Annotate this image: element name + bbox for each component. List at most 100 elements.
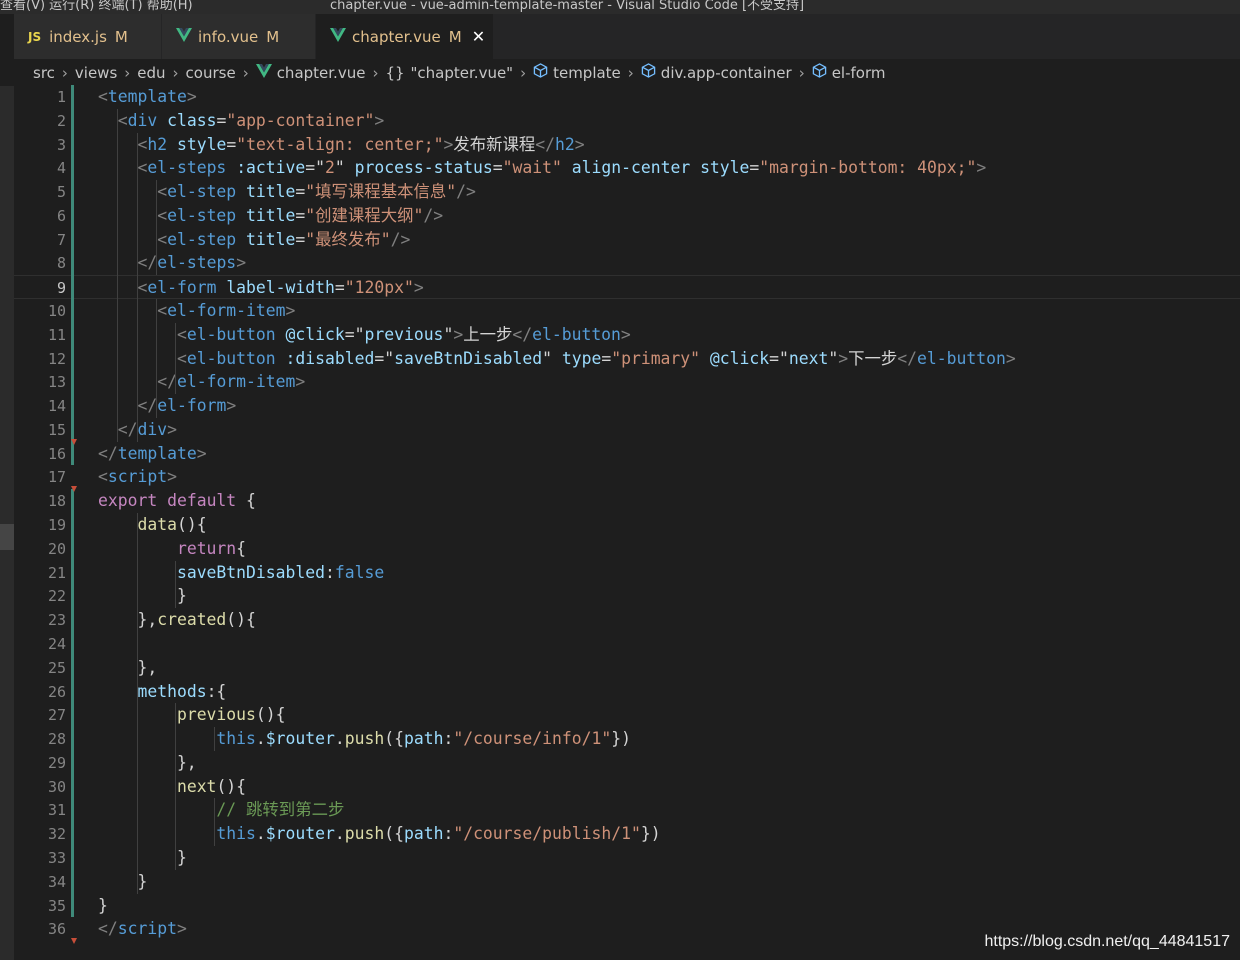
code-token: saveBtnDisabled (394, 348, 543, 368)
code-line[interactable]: 6 <el-step title="创建课程大纲"/> (14, 204, 1240, 228)
code-line[interactable]: 1 <template> (14, 85, 1240, 109)
code-line[interactable]: 23 },created(){ (14, 608, 1240, 632)
code-line[interactable]: 12 <el-button :disabled="saveBtnDisabled… (14, 347, 1240, 371)
code-line[interactable]: 14 </el-form> (14, 394, 1240, 418)
code-token: > (236, 253, 247, 273)
code-line[interactable]: 35} (14, 894, 1240, 918)
code-line[interactable]: 16 </template> (14, 442, 1240, 466)
code-line[interactable]: 18 export default { (14, 489, 1240, 513)
code-line[interactable]: 28 this.$router.push({path:"/course/info… (14, 727, 1240, 751)
code-text: saveBtnDisabled:false (98, 561, 384, 585)
indent-guide (136, 132, 138, 442)
code-token: push (344, 729, 385, 749)
git-deleted-marker[interactable] (71, 486, 77, 493)
close-icon[interactable]: ✕ (472, 27, 485, 46)
code-token: . (255, 729, 266, 749)
code-line[interactable]: 22 } (14, 584, 1240, 608)
code-token: < (137, 158, 148, 178)
code-line[interactable]: 26 methods:{ (14, 680, 1240, 704)
code-token: > (176, 919, 187, 939)
code-token: . (255, 824, 266, 844)
code-line[interactable]: 27 previous(){ (14, 703, 1240, 727)
code-line[interactable]: 9 <el-form label-width="120px"> (14, 275, 1240, 300)
code-line[interactable]: 10 <el-form-item> (14, 299, 1240, 323)
code-token: template (107, 87, 187, 106)
code-token: return (176, 538, 237, 558)
git-deleted-marker[interactable] (71, 438, 77, 445)
line-number: 32 (47, 825, 66, 844)
code-text: <el-step title="创建课程大纲"/> (98, 204, 443, 228)
code-token: </ (137, 253, 158, 273)
code-token: > (196, 443, 207, 463)
code-line[interactable]: 24 (14, 632, 1240, 656)
code-line[interactable]: 29 }, (14, 751, 1240, 775)
breadcrumb-item-course[interactable]: course (186, 64, 236, 82)
code-line[interactable]: 32 this.$router.push({path:"/course/publ… (14, 822, 1240, 846)
code-token: = (749, 158, 760, 178)
code-line[interactable]: 25 }, (14, 656, 1240, 680)
code-line[interactable]: 17 <script> (14, 465, 1240, 489)
code-token: </ (512, 324, 533, 344)
code-token: = (216, 110, 227, 130)
breadcrumb-item-el-form[interactable]: el-form (812, 63, 886, 82)
code-line[interactable]: 30 next(){ (14, 775, 1240, 799)
code-line[interactable]: 3 <h2 style="text-align: center;">发布新课程<… (14, 133, 1240, 157)
code-line[interactable]: 7 <el-step title="最终发布"/> (14, 228, 1240, 252)
git-modified-marker[interactable] (71, 85, 74, 466)
code-editor[interactable]: 1 <template> 2 <div class="app-container">… (14, 85, 1240, 960)
code-token: " (315, 158, 326, 178)
breadcrumb-item-module[interactable]: {} "chapter.vue" (385, 64, 513, 82)
code-token: el-button (917, 348, 1006, 368)
breadcrumb-item-template[interactable]: template (533, 63, 621, 82)
code-line[interactable]: 13 </el-form-item> (14, 370, 1240, 394)
code-line[interactable]: 33 } (14, 846, 1240, 870)
code-line[interactable]: 19 data(){ (14, 513, 1240, 537)
menu-bar[interactable]: 查看(V) 运行(R) 终端(T) 帮助(H) (0, 0, 193, 13)
code-line[interactable]: 34 } (14, 870, 1240, 894)
code-token: = (769, 348, 779, 368)
code-line[interactable]: 21 saveBtnDisabled:false (14, 561, 1240, 585)
code-token: " (443, 324, 454, 344)
git-modified-marker[interactable] (71, 489, 74, 918)
line-number: 13 (47, 373, 66, 392)
window-title: chapter.vue - vue-admin-template-master … (330, 0, 805, 13)
code-token: < (98, 87, 108, 106)
tab-index-js[interactable]: JS index.js M (14, 14, 162, 59)
indent-guide (136, 513, 138, 894)
line-number: 17 (47, 468, 66, 487)
code-token: > (226, 396, 237, 416)
code-token: "margin-bottom: 40px;" (759, 158, 977, 178)
code-line[interactable]: 31 // 跳转到第二步 (14, 798, 1240, 822)
code-text: <script> (98, 465, 177, 489)
tab-info-vue[interactable]: info.vue M (162, 14, 316, 59)
breadcrumb-item-div[interactable]: div.app-container (641, 63, 792, 82)
breadcrumb-item-src[interactable]: src (33, 64, 55, 82)
code-token: el-button (186, 324, 276, 344)
breadcrumb-item-views[interactable]: views (75, 64, 117, 82)
code-line[interactable]: 5 <el-step title="填写课程基本信息"/> (14, 180, 1240, 204)
code-line[interactable]: 11 <el-button @click="previous">上一步</el-… (14, 323, 1240, 347)
line-number: 8 (56, 254, 66, 273)
breadcrumb-item-file[interactable]: chapter.vue (255, 63, 365, 82)
code-line[interactable]: 15 </div> (14, 418, 1240, 442)
code-line[interactable]: 4 <el-steps :active="2" process-status="… (14, 156, 1240, 180)
code-line[interactable]: 20 return{ (14, 537, 1240, 561)
code-token: :disabled (285, 348, 375, 368)
breadcrumb-item-edu[interactable]: edu (137, 64, 165, 82)
code-line[interactable]: 2 <div class="app-container"> (14, 109, 1240, 133)
line-number: 25 (47, 658, 66, 677)
tab-chapter-vue[interactable]: chapter.vue M ✕ (316, 14, 494, 59)
indent-guide (175, 774, 177, 870)
git-deleted-marker[interactable] (71, 938, 77, 945)
line-number: 34 (47, 872, 66, 891)
code-token: }) (611, 729, 631, 749)
code-token: el-step (167, 229, 237, 249)
code-line[interactable]: 8 </el-steps> (14, 251, 1240, 275)
code-token: = (344, 324, 355, 344)
